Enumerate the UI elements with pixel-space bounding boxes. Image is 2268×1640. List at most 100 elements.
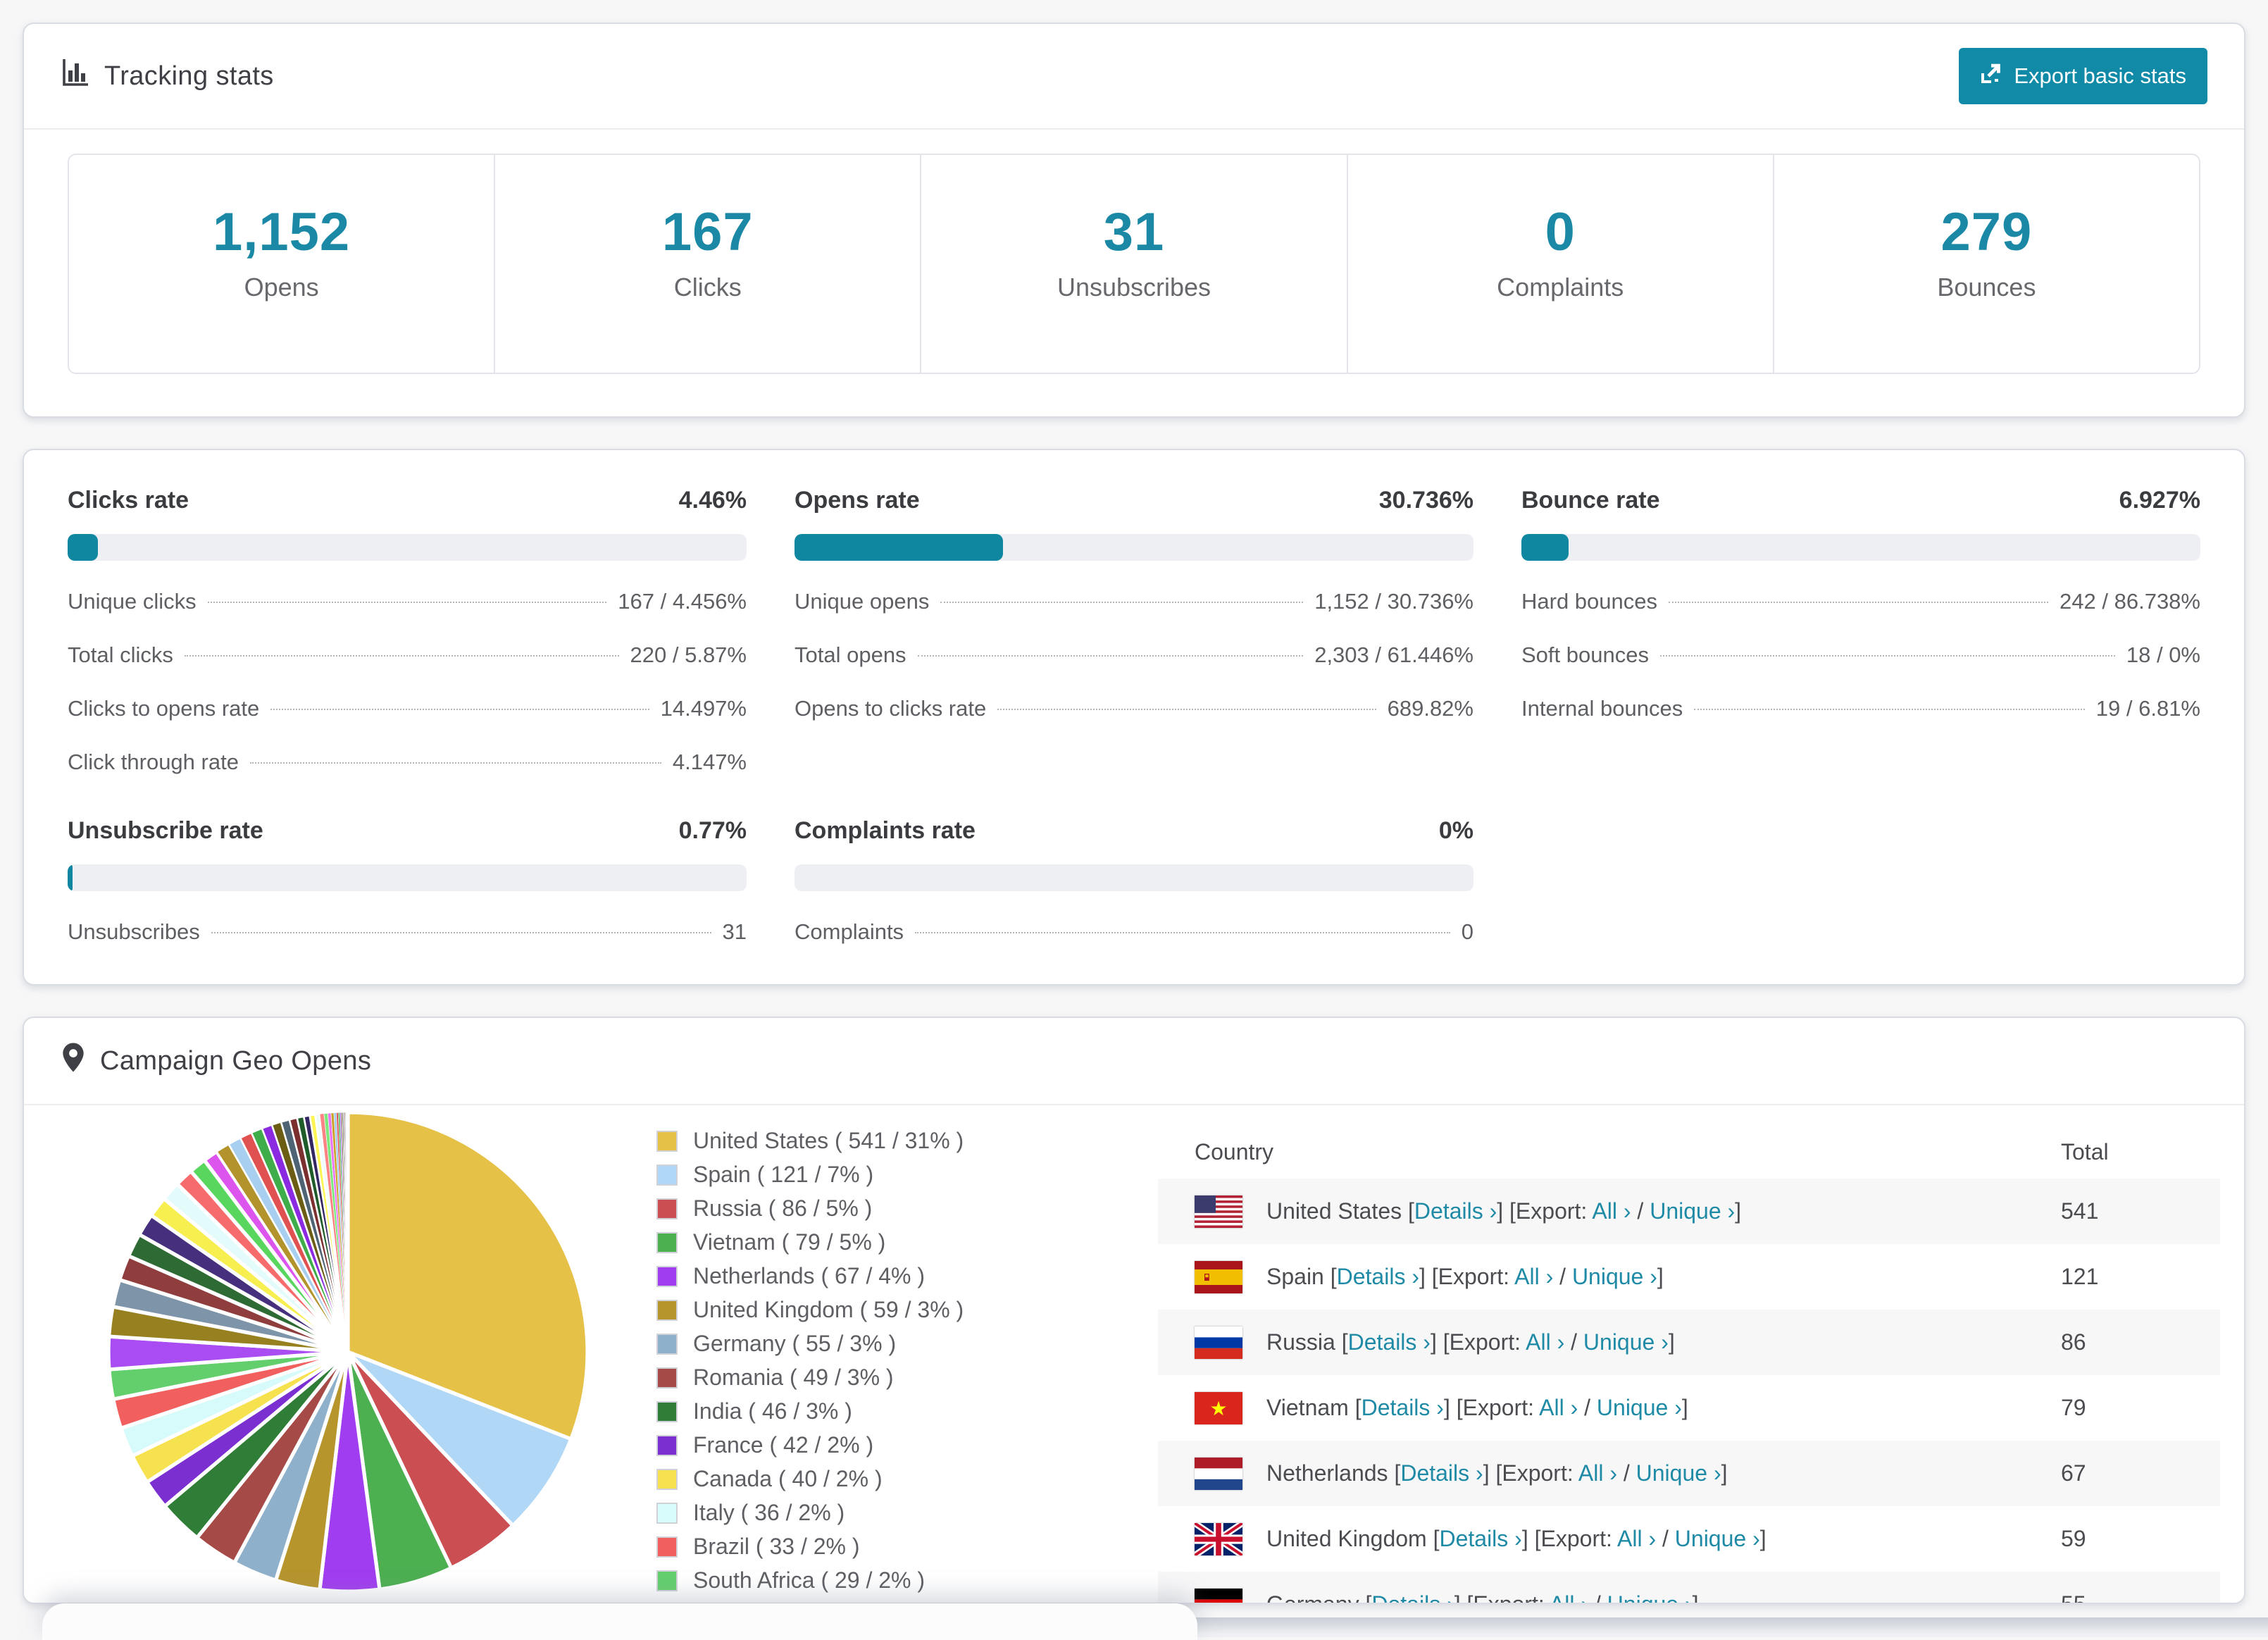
kpi-stat-cell: 1,152 Opens [69, 155, 496, 373]
details-link[interactable]: Details › [1400, 1460, 1483, 1486]
legend-label: France ( 42 / 2% ) [693, 1432, 874, 1458]
details-link[interactable]: Details › [1348, 1329, 1431, 1355]
export-all-link[interactable]: All › [1514, 1264, 1553, 1289]
rate-title: Bounce rate [1521, 487, 1660, 514]
rate-progress-fill [68, 534, 98, 561]
export-all-link[interactable]: All › [1617, 1526, 1656, 1551]
detail-value: 4.147% [672, 750, 747, 774]
details-link[interactable]: Details › [1414, 1198, 1497, 1224]
detail-value: 220 / 5.87% [630, 642, 747, 667]
legend-label: Brazil ( 33 / 2% ) [693, 1534, 860, 1559]
dotted-leader [940, 602, 1304, 603]
legend-color-swatch [656, 1468, 678, 1490]
kpi-value: 31 [1103, 202, 1165, 262]
details-link[interactable]: Details › [1439, 1526, 1521, 1551]
legend-item: Netherlands ( 67 / 4% ) [656, 1263, 964, 1289]
rate-title: Unsubscribe rate [68, 817, 263, 844]
export-unique-link[interactable]: Unique › [1650, 1198, 1735, 1224]
country-name: Germany [1266, 1591, 1366, 1604]
bottom-overlay-card-edge [42, 1603, 1197, 1640]
detail-label: Opens to clicks rate [795, 696, 987, 721]
legend-label: Russia ( 86 / 5% ) [693, 1195, 873, 1221]
rate-detail-row: Clicks to opens rate 14.497% [68, 696, 747, 721]
country-total: 86 [2061, 1329, 2086, 1355]
kpi-stat-cell: 0 Complaints [1348, 155, 1774, 373]
dotted-leader [1659, 655, 2115, 657]
export-basic-stats-button[interactable]: Export basic stats [1959, 48, 2207, 104]
legend-item: Russia ( 86 / 5% ) [656, 1195, 964, 1222]
detail-value: 2,303 / 61.446% [1314, 642, 1473, 667]
dotted-leader [249, 762, 661, 764]
detail-value: 18 / 0% [2126, 642, 2200, 667]
export-unique-link[interactable]: Unique › [1636, 1460, 1721, 1486]
detail-label: Unsubscribes [68, 919, 200, 944]
tracking-stats-header: Tracking stats Export basic stats [24, 24, 2244, 130]
legend-label: Canada ( 40 / 2% ) [693, 1466, 883, 1491]
geo-header: Campaign Geo Opens [24, 1018, 2244, 1105]
details-link[interactable]: Details › [1371, 1591, 1454, 1603]
legend-color-swatch [656, 1299, 678, 1321]
kpi-value: 0 [1545, 202, 1576, 262]
legend-color-swatch [656, 1265, 678, 1287]
country-name: Netherlands [1266, 1460, 1395, 1486]
export-all-link[interactable]: All › [1578, 1460, 1617, 1486]
detail-label: Internal bounces [1521, 696, 1683, 721]
country-flag-icon [1195, 1588, 1242, 1603]
rate-progress-bar [1521, 534, 2200, 561]
legend-label: South Africa ( 29 / 2% ) [693, 1567, 926, 1593]
country-flag-icon [1195, 1195, 1242, 1228]
detail-label: Clicks to opens rate [68, 696, 260, 721]
export-unique-link[interactable]: Unique › [1572, 1264, 1657, 1289]
legend-color-swatch [656, 1130, 678, 1152]
country-table-row: United Kingdom [Details ›] [Export: All … [1158, 1506, 2220, 1572]
rate-block: Opens rate 30.736% Unique opens 1,152 / … [795, 487, 1473, 775]
detail-label: Hard bounces [1521, 589, 1658, 614]
export-unique-link[interactable]: Unique › [1607, 1591, 1693, 1603]
rate-detail-row: Unique clicks 167 / 4.456% [68, 589, 747, 614]
rate-value: 30.736% [1378, 487, 1473, 514]
export-unique-link[interactable]: Unique › [1597, 1395, 1682, 1420]
details-link[interactable]: Details › [1337, 1264, 1419, 1289]
kpi-value: 1,152 [213, 202, 351, 262]
country-table-row: Netherlands [Details ›] [Export: All › /… [1158, 1441, 2220, 1506]
country-name: Russia [1266, 1329, 1342, 1355]
geo-pie-legend: United States ( 541 / 31% ) Spain ( 121 … [656, 1128, 964, 1601]
country-name: Spain [1266, 1264, 1331, 1289]
table-header-row: Country Total [1158, 1125, 2220, 1179]
export-all-link[interactable]: All › [1526, 1329, 1564, 1355]
legend-label: United States ( 541 / 31% ) [693, 1128, 964, 1153]
details-link[interactable]: Details › [1362, 1395, 1444, 1420]
legend-item: South Africa ( 29 / 2% ) [656, 1567, 964, 1594]
export-unique-link[interactable]: Unique › [1675, 1526, 1760, 1551]
detail-value: 1,152 / 30.736% [1314, 589, 1473, 614]
country-name: Vietnam [1266, 1395, 1355, 1420]
detail-label: Click through rate [68, 750, 239, 774]
kpi-label: Unsubscribes [1057, 273, 1211, 302]
dotted-leader [1694, 709, 2085, 710]
rate-detail-row: Complaints 0 [795, 919, 1473, 945]
rate-detail-row: Unsubscribes 31 [68, 919, 747, 945]
country-total: 121 [2061, 1264, 2099, 1289]
legend-label: India ( 46 / 3% ) [693, 1398, 852, 1424]
detail-value: 19 / 6.81% [2095, 696, 2200, 721]
legend-label: Italy ( 36 / 2% ) [693, 1500, 845, 1525]
country-flag-icon [1195, 1457, 1242, 1490]
kpi-label: Clicks [673, 273, 742, 302]
legend-label: Netherlands ( 67 / 4% ) [693, 1263, 926, 1288]
country-total: 79 [2061, 1395, 2086, 1420]
dotted-leader [917, 655, 1304, 657]
legend-color-swatch [656, 1198, 678, 1219]
export-unique-link[interactable]: Unique › [1583, 1329, 1669, 1355]
map-pin-icon [61, 1042, 86, 1080]
detail-label: Unique opens [795, 589, 930, 614]
legend-label: Spain ( 121 / 7% ) [693, 1162, 874, 1187]
country-total: 541 [2061, 1198, 2099, 1224]
page-title: Tracking stats [104, 61, 274, 91]
rate-detail-row: Total clicks 220 / 5.87% [68, 642, 747, 668]
export-all-link[interactable]: All › [1539, 1395, 1578, 1420]
export-all-link[interactable]: All › [1592, 1198, 1631, 1224]
export-all-link[interactable]: All › [1550, 1591, 1588, 1603]
rate-title: Opens rate [795, 487, 920, 514]
detail-label: Soft bounces [1521, 642, 1649, 667]
rate-progress-fill [1521, 534, 1569, 561]
